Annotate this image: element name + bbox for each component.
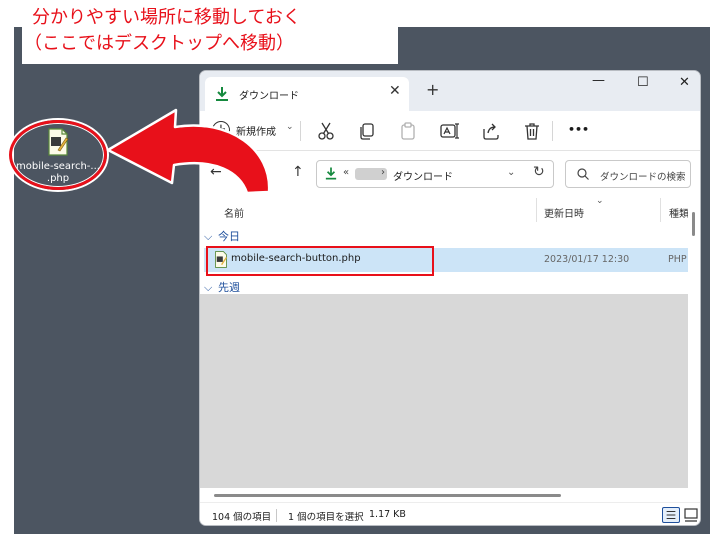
red-curved-arrow <box>106 108 271 195</box>
